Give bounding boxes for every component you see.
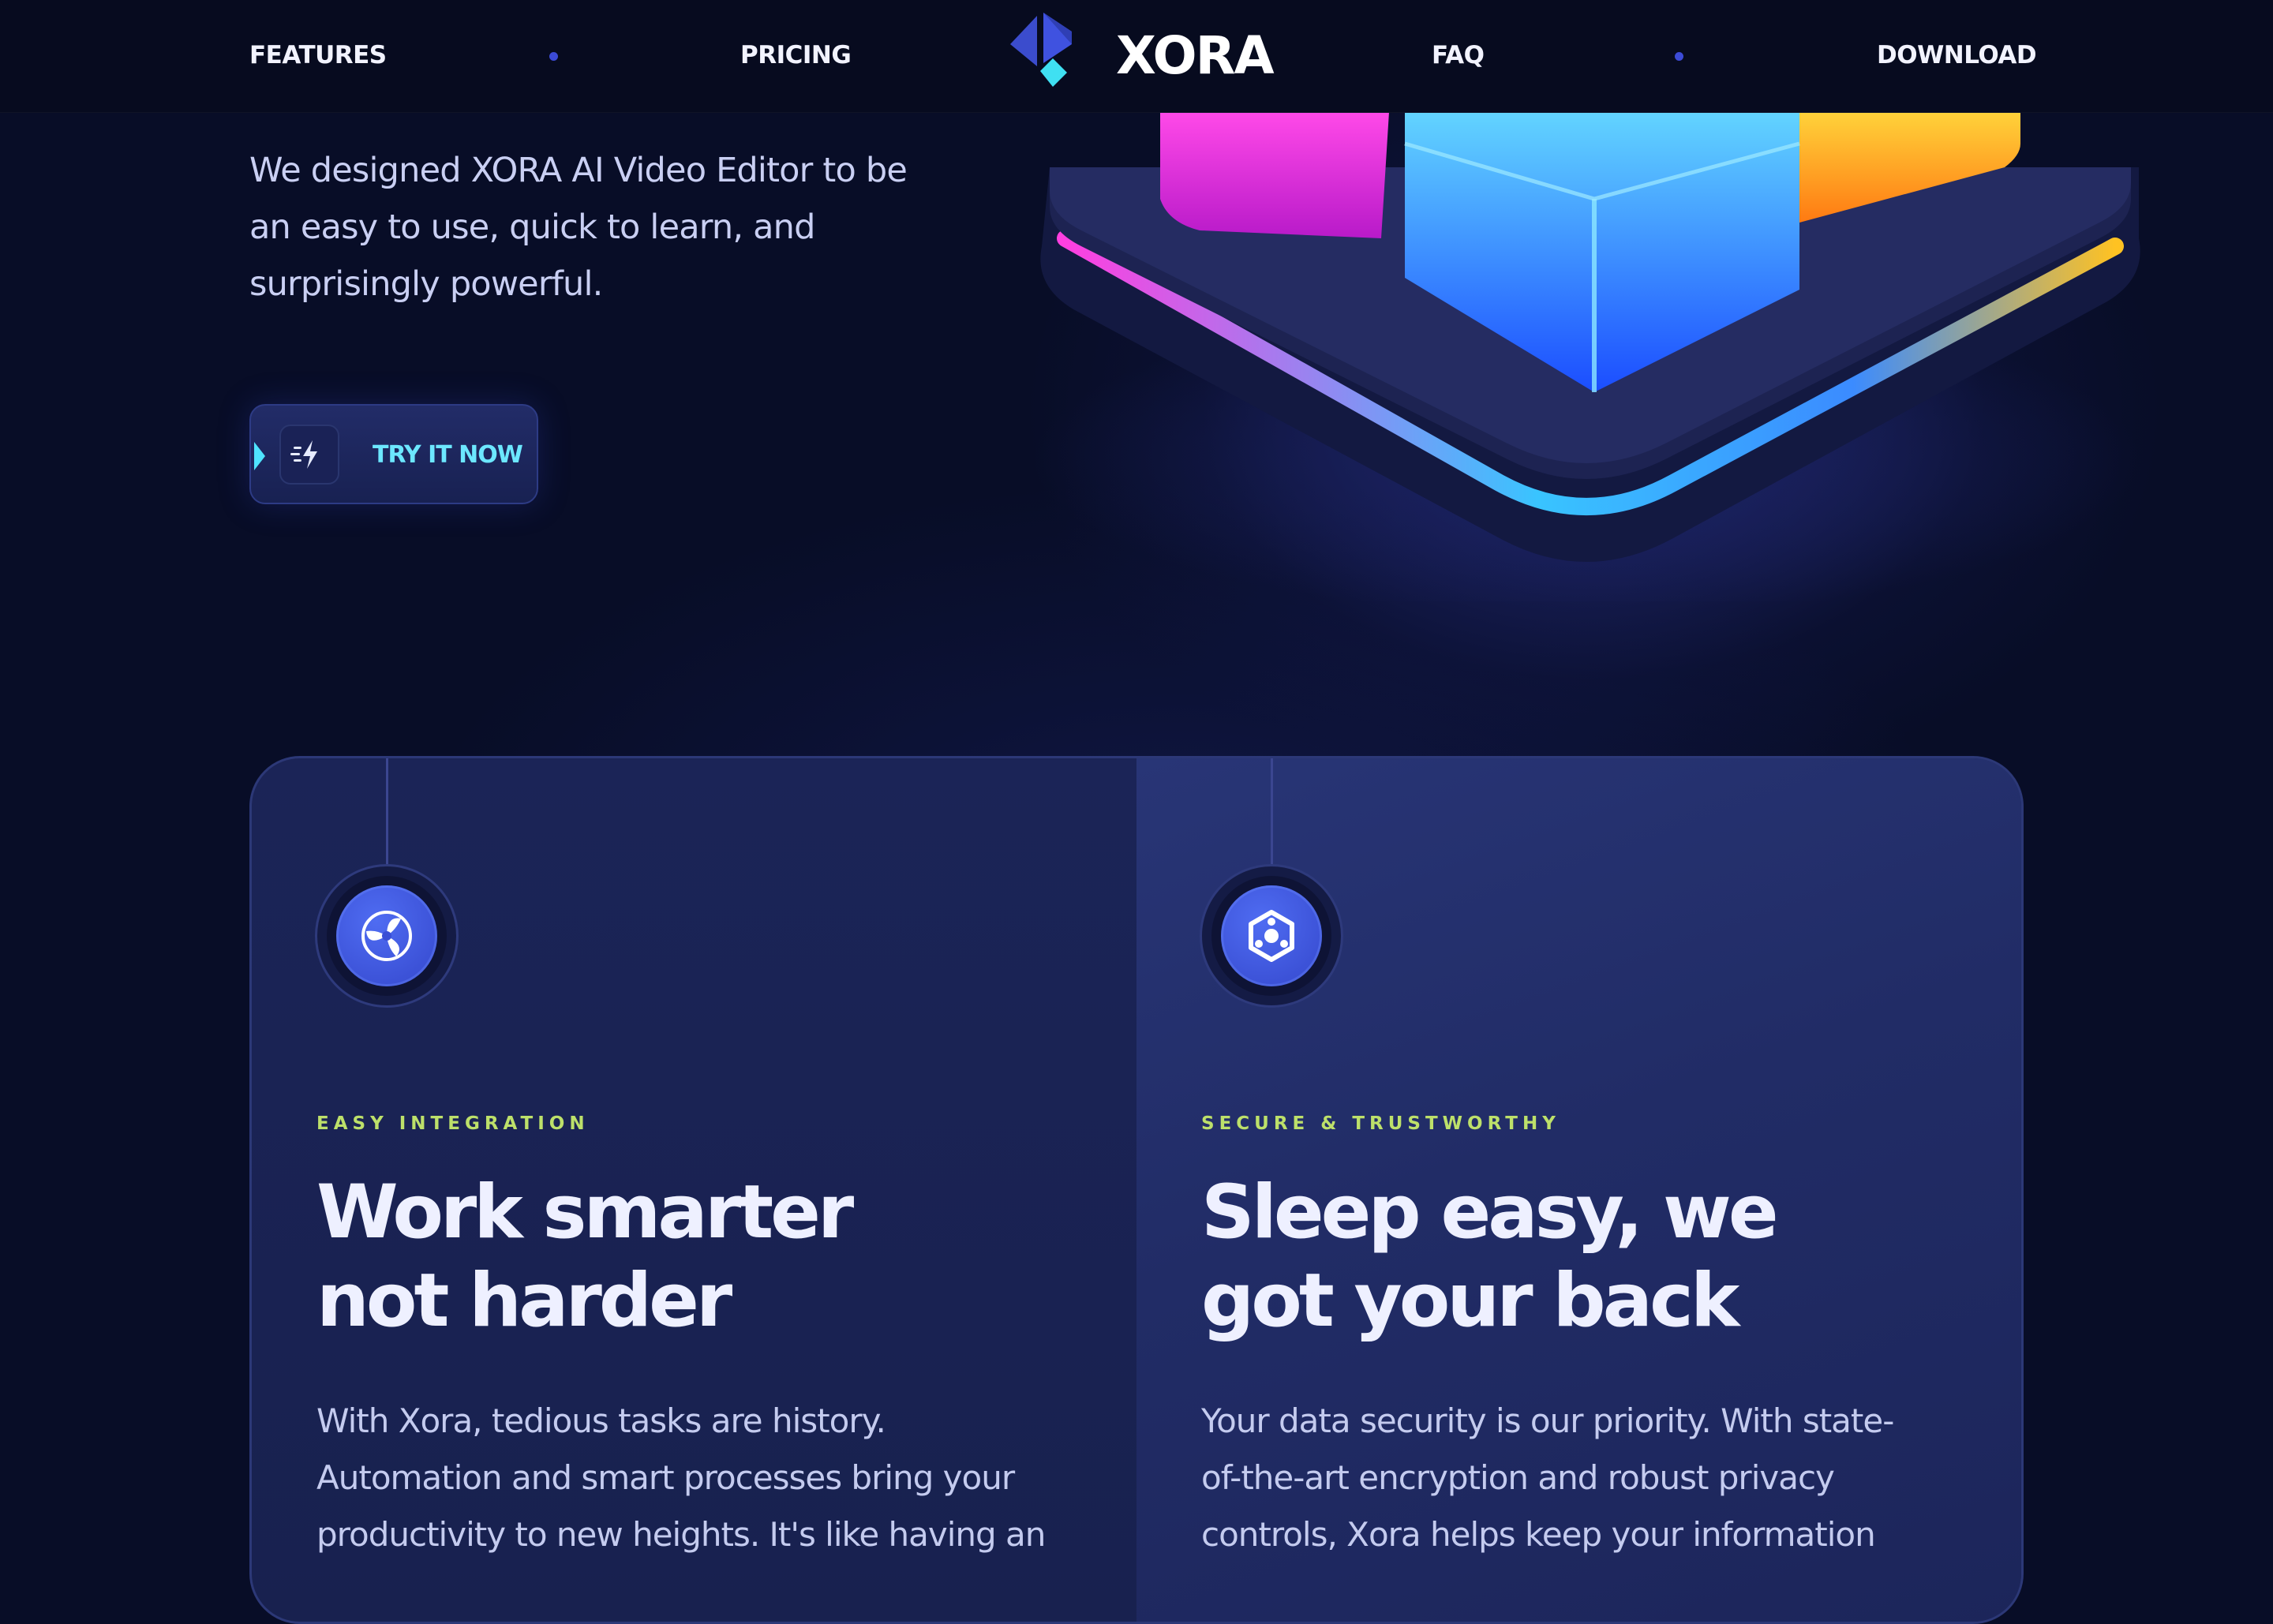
feature-card-easy-integration: EASY INTEGRATION Work smarter not harder…: [252, 758, 1136, 1622]
xora-logo-icon: [1010, 13, 1072, 87]
feature-title: Work smarter not harder: [316, 1169, 1106, 1345]
lightning-icon: [279, 425, 339, 485]
brand-logo[interactable]: XORA: [1009, 11, 1275, 101]
nav-link-download[interactable]: DOWNLOAD: [1877, 38, 2037, 73]
feature-icon-ring: [1200, 864, 1343, 1008]
nav-link-pricing[interactable]: PRICING: [740, 38, 852, 73]
feature-title-line: Work smarter: [316, 1169, 854, 1255]
hero-3d-cubes-illustration: [1034, 112, 2140, 601]
hero-description-line: surprisingly powerful.: [249, 264, 603, 304]
feature-title-line: got your back: [1201, 1258, 1739, 1344]
feature-body-line: of-the-art encryption and robust privacy: [1201, 1458, 1835, 1497]
connector-line: [1271, 758, 1273, 877]
nav-separator-dot: [549, 52, 558, 61]
nav-separator-dot: [1675, 52, 1683, 61]
feature-body-line: productivity to new heights. It's like h…: [316, 1515, 1046, 1554]
feature-eyebrow: SECURE & TRUSTWORTHY: [1201, 1113, 1560, 1134]
nav-link-features[interactable]: FEATURES: [249, 38, 387, 73]
hero-description-line: We designed XORA AI Video Editor to be: [249, 151, 908, 190]
cta-label: TRY IT NOW: [373, 441, 523, 469]
feature-title-line: Sleep easy, we: [1201, 1169, 1779, 1255]
hexagon-shield-icon: [1221, 885, 1322, 986]
cta-accent-marker: [254, 442, 265, 470]
hero-description-line: an easy to use, quick to learn, and: [249, 208, 815, 247]
feature-body-line: controls, Xora helps keep your informati…: [1201, 1515, 1876, 1554]
feature-eyebrow: EASY INTEGRATION: [316, 1113, 590, 1134]
top-navigation: FEATURES PRICING XORA FAQ DOWNLOAD: [0, 0, 2273, 113]
feature-body: With Xora, tedious tasks are history. Au…: [316, 1393, 1106, 1563]
feature-body-line: Your data security is our priority. With…: [1201, 1401, 1894, 1440]
feature-body: Your data security is our priority. With…: [1201, 1393, 1990, 1563]
hero-description: We designed XORA AI Video Editor to be a…: [249, 142, 960, 312]
feature-icon-ring: [315, 864, 459, 1008]
fan-swirl-icon: [336, 885, 437, 986]
features-panel: EASY INTEGRATION Work smarter not harder…: [249, 756, 2024, 1624]
feature-body-line: Automation and smart processes bring you…: [316, 1458, 1015, 1497]
brand-name: XORA: [1116, 25, 1275, 86]
feature-body-line: With Xora, tedious tasks are history.: [316, 1401, 886, 1440]
nav-link-faq[interactable]: FAQ: [1432, 38, 1485, 73]
feature-card-secure-trustworthy: SECURE & TRUSTWORTHY Sleep easy, we got …: [1136, 758, 2021, 1622]
connector-line: [386, 758, 388, 877]
try-it-now-button[interactable]: TRY IT NOW: [249, 404, 538, 504]
feature-title-line: not harder: [316, 1258, 732, 1344]
feature-title: Sleep easy, we got your back: [1201, 1169, 1990, 1345]
